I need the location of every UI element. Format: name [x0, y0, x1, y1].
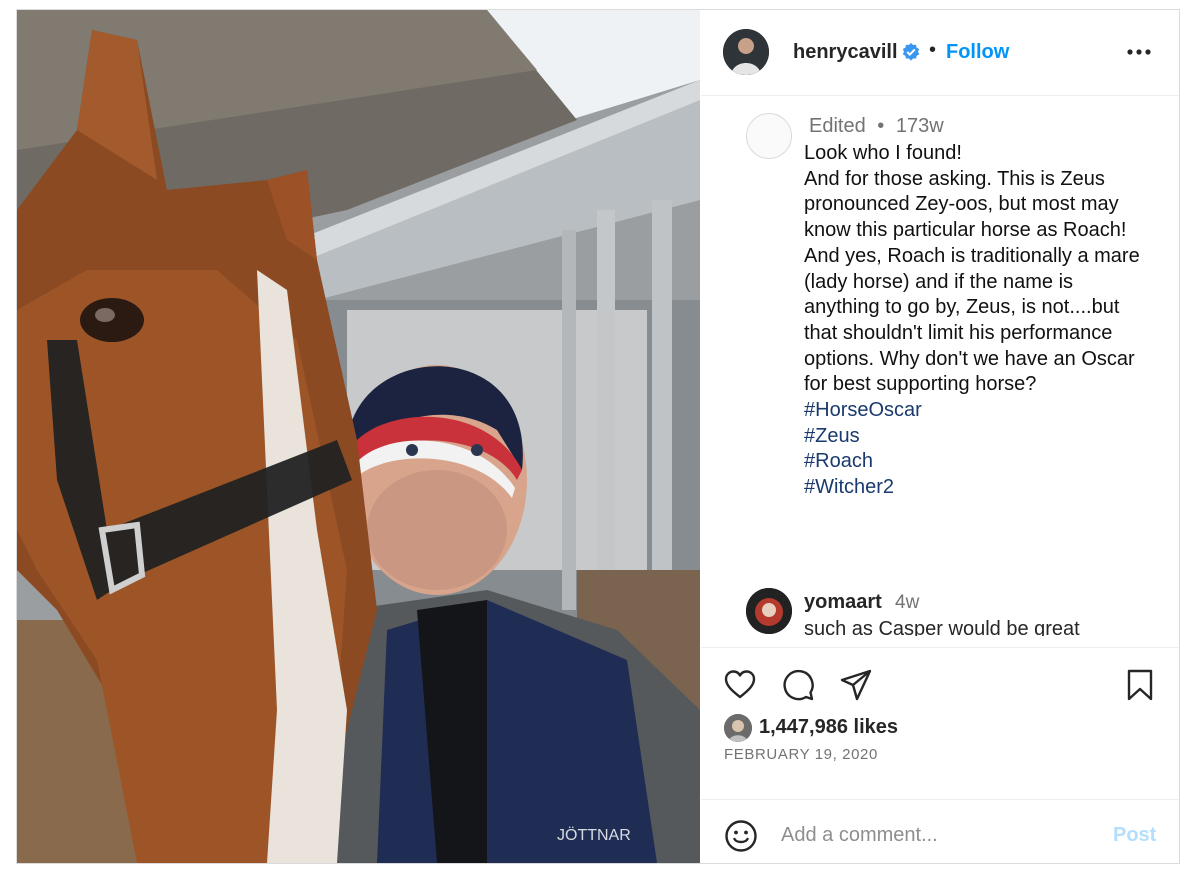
add-comment-input[interactable] [781, 820, 1081, 850]
caption-line: Look who I found! [804, 142, 962, 164]
hashtag-link[interactable]: #Zeus [804, 424, 1144, 450]
comments-scroll-area[interactable]: Edited • 173w Look who I found! And for … [701, 96, 1179, 636]
post-photo[interactable]: JÖTTNAR [17, 10, 700, 863]
caption-text: Look who I found! And for those asking. … [804, 141, 1144, 501]
comment-avatar[interactable] [746, 588, 792, 634]
hashtag-link[interactable]: #Witcher2 [804, 475, 1144, 501]
emoji-icon[interactable] [724, 819, 758, 853]
caption-avatar[interactable] [746, 113, 792, 159]
svg-text:JÖTTNAR: JÖTTNAR [557, 826, 631, 844]
post-header: henrycavill • Follow [701, 10, 1179, 96]
comment-item: yomaart 4w such as Casper would be great [746, 588, 1176, 636]
header-separator: • [929, 39, 937, 61]
caption-line: And for those asking. This is Zeus prono… [804, 167, 1140, 396]
likes-count[interactable]: 1,447,986 likes [759, 716, 898, 739]
comment-username[interactable]: yomaart [804, 591, 882, 614]
post-comment-button[interactable]: Post [1113, 824, 1156, 847]
verified-badge-icon [902, 43, 920, 61]
caption-age[interactable]: 173w [896, 115, 944, 137]
follow-button[interactable]: Follow [946, 41, 1009, 64]
share-icon[interactable] [839, 668, 873, 702]
profile-avatar[interactable] [723, 29, 769, 75]
hashtag-link[interactable]: #HorseOscar [804, 398, 1144, 424]
comment-text: such as Casper would be great [804, 618, 1080, 636]
post-sidebar: henrycavill • Follow Edited • 173w Look … [701, 10, 1179, 863]
more-options-icon[interactable] [1126, 42, 1152, 62]
heart-icon[interactable] [723, 668, 757, 702]
likes-avatar[interactable] [724, 714, 752, 742]
bookmark-icon[interactable] [1123, 668, 1157, 702]
action-bar: 1,447,986 likes FEBRUARY 19, 2020 [701, 647, 1179, 799]
header-username[interactable]: henrycavill [793, 41, 898, 64]
comment-icon[interactable] [781, 668, 815, 702]
add-comment-bar: Post [701, 799, 1179, 863]
meta-separator: • [877, 115, 885, 137]
edited-label: Edited [809, 115, 866, 137]
caption-meta: Edited • 173w [809, 115, 944, 138]
hashtag-link[interactable]: #Roach [804, 449, 1144, 475]
comment-age[interactable]: 4w [895, 592, 919, 614]
post-date[interactable]: FEBRUARY 19, 2020 [724, 746, 878, 763]
